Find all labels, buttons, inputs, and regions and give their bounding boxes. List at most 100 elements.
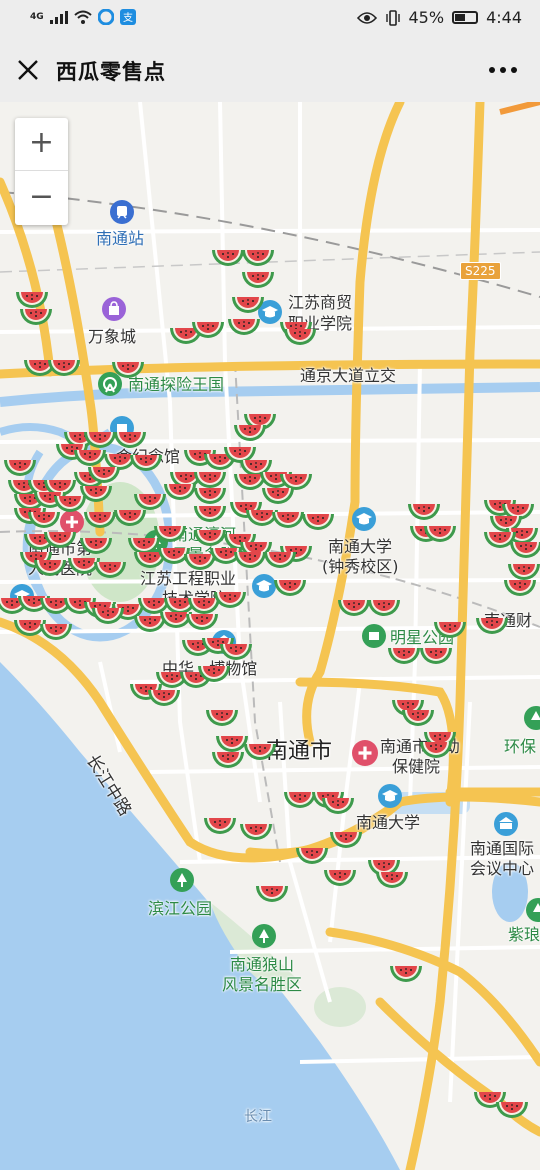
watermelon-marker[interactable]: [375, 870, 409, 890]
watermelon-marker[interactable]: [283, 327, 317, 347]
watermelon-marker[interactable]: [33, 558, 67, 578]
watermelon-marker[interactable]: [509, 540, 540, 560]
watermelon-marker[interactable]: [503, 578, 537, 598]
status-bar: 4G 支 45% 4:44: [0, 0, 540, 38]
watermelon-marker[interactable]: [193, 504, 227, 524]
watermelon-marker[interactable]: [475, 616, 509, 636]
label-changjiang: 长江: [244, 1109, 272, 1125]
scenic-area-icon-langshan[interactable]: [252, 924, 276, 948]
status-right: 45% 4:44: [356, 8, 522, 27]
shopping-mall-icon[interactable]: [102, 297, 126, 321]
watermelon-marker[interactable]: [27, 510, 61, 530]
battery-icon: [452, 11, 479, 24]
watermelon-marker[interactable]: [47, 358, 81, 378]
watermelon-marker[interactable]: [433, 620, 467, 640]
watermelon-marker[interactable]: [193, 528, 227, 548]
label-langshan-2: 风景名胜区: [222, 975, 303, 994]
watermelon-marker[interactable]: [113, 430, 147, 450]
zoom-in-button[interactable]: +: [15, 118, 68, 171]
watermelon-marker[interactable]: [321, 796, 355, 816]
avenue-north-south: [302, 102, 405, 747]
close-icon[interactable]: [14, 56, 42, 84]
watermelon-marker[interactable]: [329, 830, 363, 850]
watermelon-marker[interactable]: [163, 482, 197, 502]
label-environmental: 环保: [504, 737, 537, 756]
road-shield-s225: S225: [460, 262, 501, 280]
watermelon-marker[interactable]: [153, 524, 187, 544]
watermelon-marker[interactable]: [301, 512, 335, 532]
zoom-out-button[interactable]: −: [15, 172, 68, 225]
watermelon-marker[interactable]: [367, 598, 401, 618]
watermelon-marker[interactable]: [407, 502, 441, 522]
watermelon-marker[interactable]: [419, 740, 453, 760]
watermelon-marker[interactable]: [241, 248, 275, 268]
label-nantong-station: 南通站: [96, 229, 145, 248]
watermelon-marker[interactable]: [3, 458, 37, 478]
school-icon-nantong-university[interactable]: [378, 784, 402, 808]
hospital-icon-maternity[interactable]: [352, 740, 378, 766]
watermelon-marker[interactable]: [419, 646, 453, 666]
eye-icon: [356, 11, 377, 24]
watermelon-marker[interactable]: [263, 550, 297, 570]
watermelon-marker[interactable]: [271, 510, 305, 530]
watermelon-marker[interactable]: [193, 486, 227, 506]
more-icon[interactable]: [488, 66, 518, 74]
park-icon-mingxing[interactable]: [362, 624, 386, 648]
watermelon-marker[interactable]: [79, 484, 113, 504]
watermelon-marker[interactable]: [191, 320, 225, 340]
watermelon-marker[interactable]: [147, 688, 181, 708]
watermelon-marker[interactable]: [243, 742, 277, 762]
watermelon-marker[interactable]: [185, 612, 219, 632]
park-icon-zilang[interactable]: [526, 898, 540, 922]
watermelon-marker[interactable]: [93, 560, 127, 580]
watermelon-marker[interactable]: [19, 307, 53, 327]
watermelon-marker[interactable]: [323, 868, 357, 888]
label-langshan-1: 南通狼山: [230, 955, 295, 974]
watermelon-marker[interactable]: [91, 606, 125, 626]
watermelon-marker[interactable]: [129, 453, 163, 473]
watermelon-marker[interactable]: [423, 524, 457, 544]
label-nantong-university-zhongxiu-1: 南通大学: [328, 537, 393, 556]
watermelon-marker[interactable]: [111, 360, 145, 380]
nav-bar: 西瓜零售点: [0, 38, 540, 102]
watermelon-marker[interactable]: [241, 270, 275, 290]
zoom-control: + −: [15, 118, 68, 225]
label-maternity-2: 保健院: [392, 757, 441, 776]
watermelon-marker[interactable]: [205, 708, 239, 728]
watermelon-marker[interactable]: [213, 590, 247, 610]
watermelon-marker[interactable]: [227, 317, 261, 337]
watermelon-marker[interactable]: [233, 423, 267, 443]
watermelon-marker[interactable]: [233, 550, 267, 570]
watermelon-marker[interactable]: [87, 465, 121, 485]
map-view[interactable]: + − S225 南通站 万象城 江苏商贸 职业学院 通京大道立交 南通探险王国…: [0, 102, 540, 1170]
watermelon-marker[interactable]: [255, 884, 289, 904]
watermelon-marker[interactable]: [211, 248, 245, 268]
watermelon-marker[interactable]: [295, 846, 329, 866]
alipay-icon: 支: [119, 9, 136, 25]
watermelon-marker[interactable]: [79, 536, 113, 556]
watermelon-marker[interactable]: [83, 510, 117, 530]
watermelon-marker[interactable]: [203, 816, 237, 836]
watermelon-marker[interactable]: [231, 295, 265, 315]
park-icon-environmental[interactable]: [524, 706, 540, 730]
watermelon-marker[interactable]: [239, 822, 273, 842]
school-icon-university-zhongxiu[interactable]: [352, 507, 376, 531]
watermelon-marker[interactable]: [39, 622, 73, 642]
watermelon-marker[interactable]: [219, 642, 253, 662]
watermelon-marker[interactable]: [337, 598, 371, 618]
label-tongjing-avenue: 通京大道立交: [300, 366, 397, 385]
watermelon-marker[interactable]: [387, 646, 421, 666]
watermelon-marker[interactable]: [211, 750, 245, 770]
watermelon-marker[interactable]: [401, 708, 435, 728]
watermelon-marker[interactable]: [495, 1100, 529, 1120]
watermelon-marker[interactable]: [273, 578, 307, 598]
watermelon-marker[interactable]: [113, 508, 147, 528]
label-jiangsu-business-1: 江苏商贸: [288, 293, 353, 312]
watermelon-marker[interactable]: [389, 964, 423, 984]
watermelon-marker[interactable]: [261, 486, 295, 506]
park-icon-binjiang[interactable]: [170, 868, 194, 892]
watermelon-marker[interactable]: [43, 530, 77, 550]
watermelon-marker[interactable]: [197, 664, 231, 684]
conference-center-icon[interactable]: [494, 812, 518, 836]
train-station-icon[interactable]: [110, 200, 134, 224]
